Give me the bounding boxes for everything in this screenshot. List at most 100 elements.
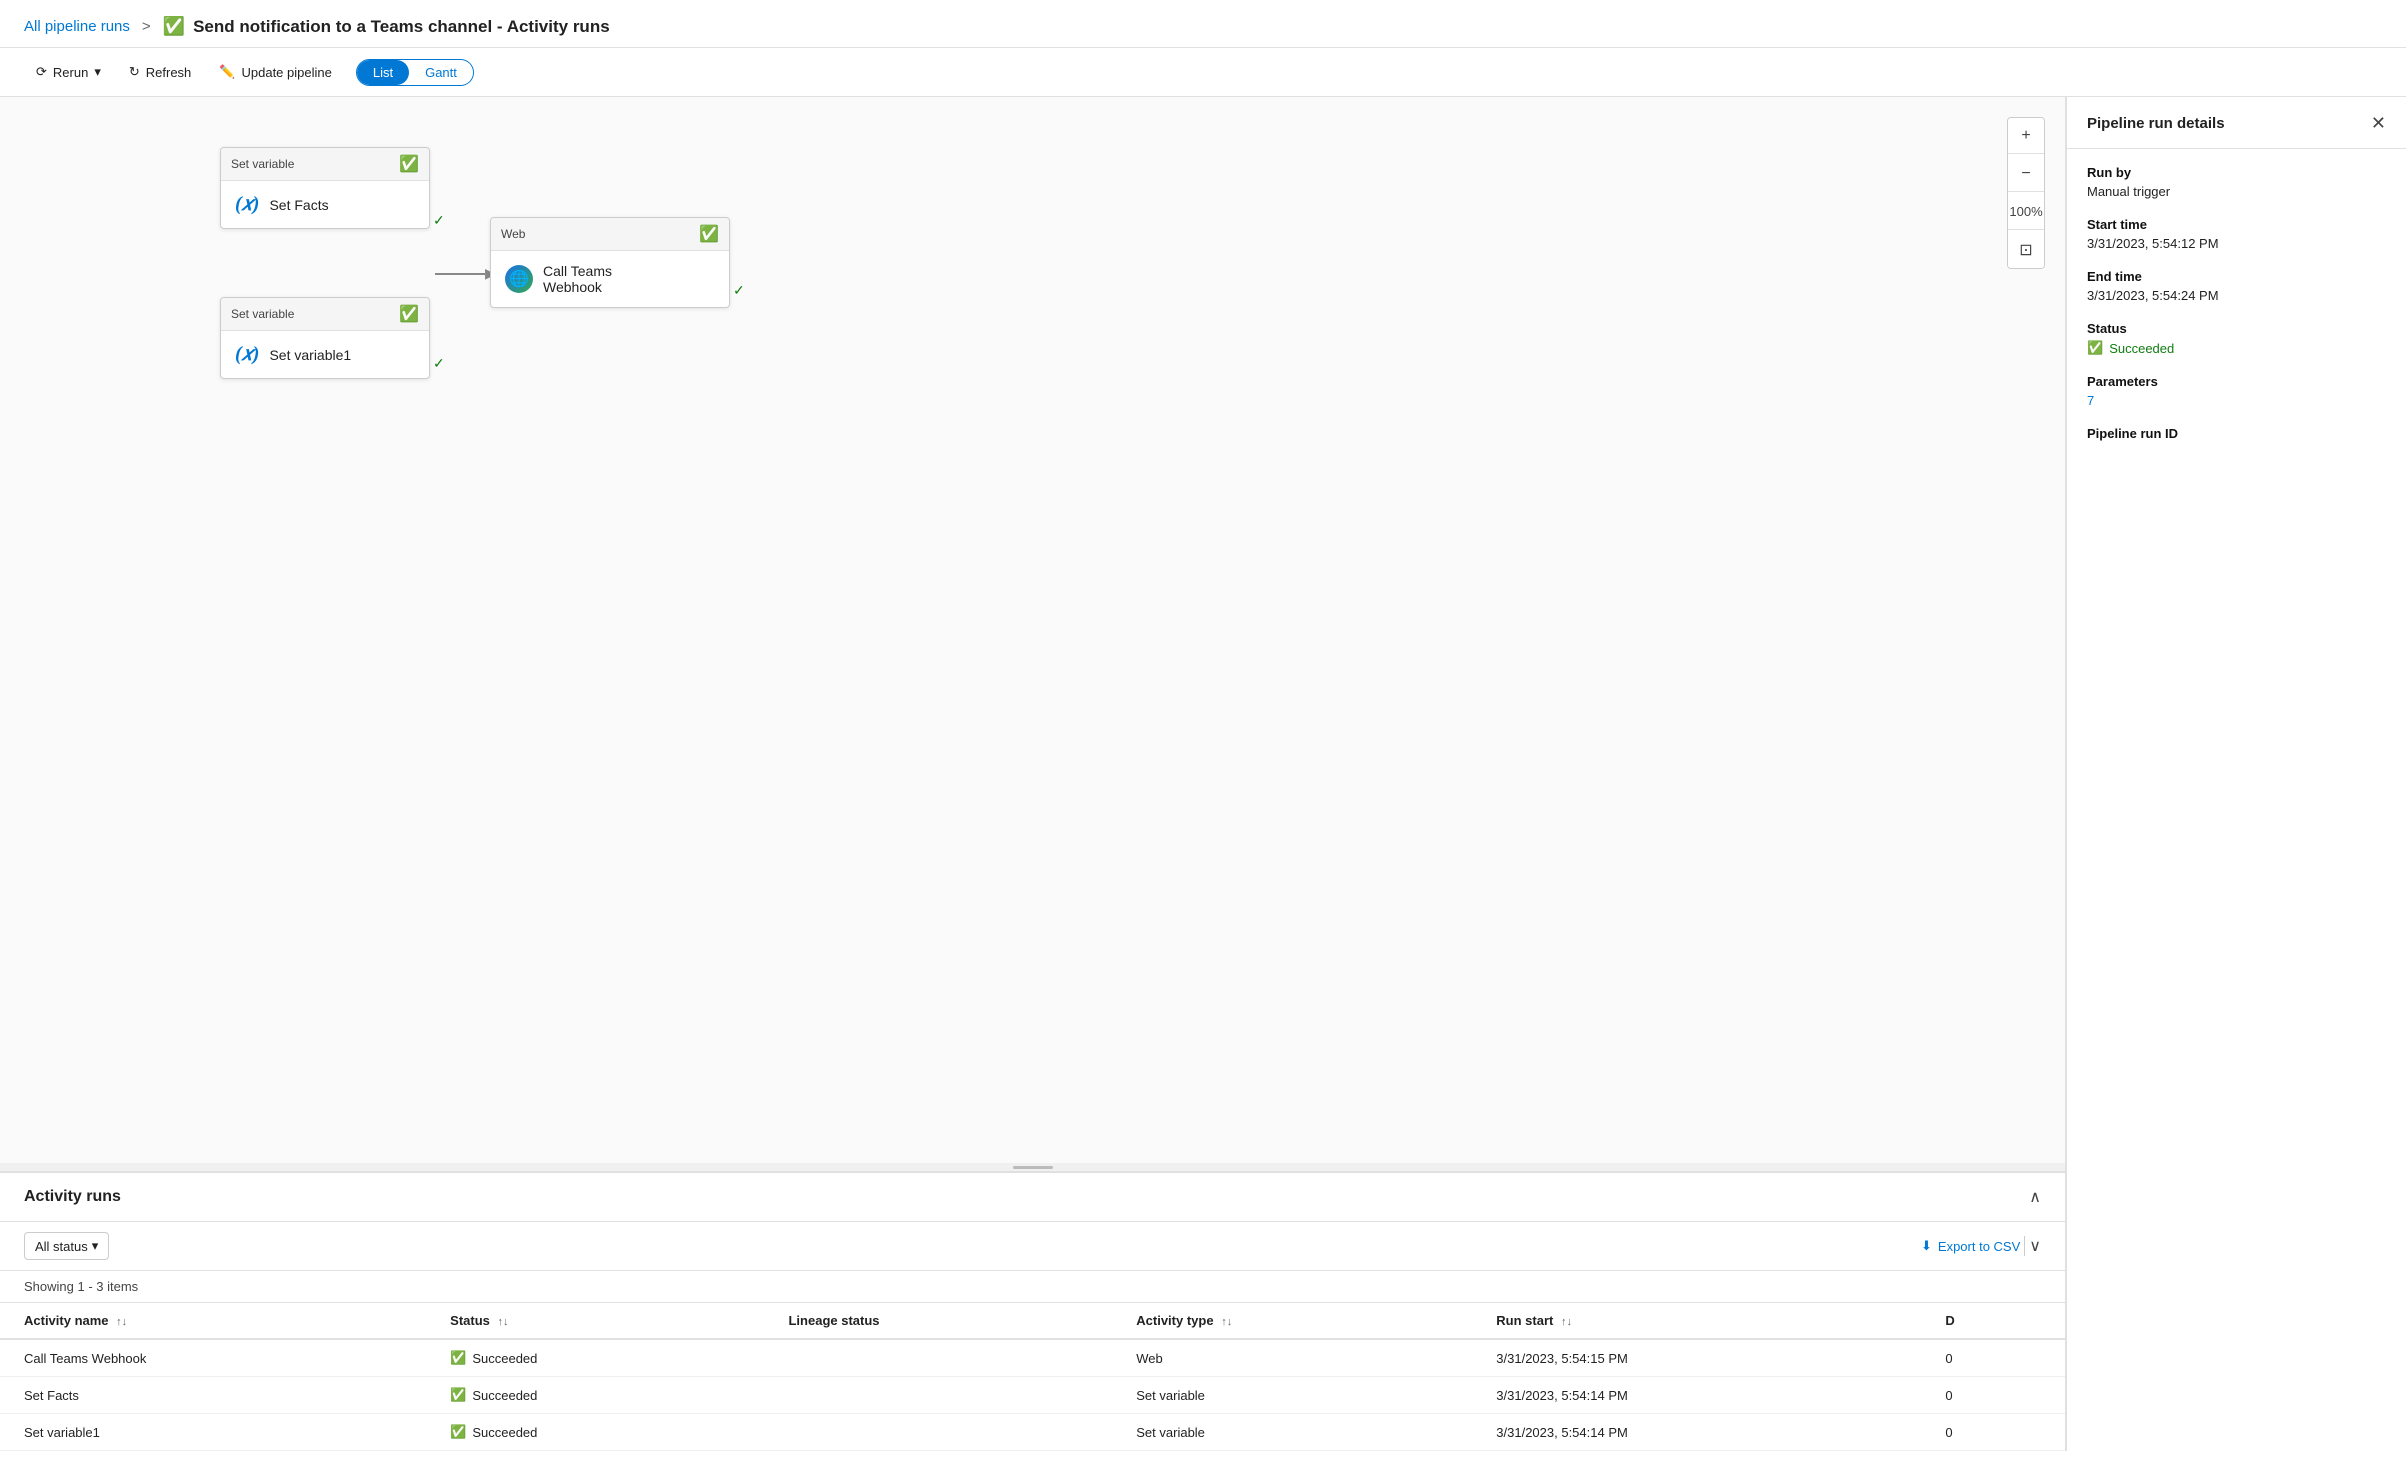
connector-arrow: ▶ bbox=[435, 265, 496, 282]
status-filter[interactable]: All status ▾ bbox=[24, 1232, 109, 1260]
set-variable1-node-header: Set variable ✅ bbox=[221, 298, 429, 331]
cell-activity-name: Set Facts bbox=[0, 1377, 426, 1414]
table-head: Activity name ↑↓ Status ↑↓ Lineage statu… bbox=[0, 1303, 2065, 1339]
main-layout: Set variable ✅ (𝑥) Set Facts ✓ Set varia… bbox=[0, 97, 2406, 1451]
sort-icon-type[interactable]: ↑↓ bbox=[1221, 1316, 1232, 1328]
cell-d: 0 bbox=[1921, 1377, 2065, 1414]
panel-close-button[interactable]: ✕ bbox=[2371, 113, 2386, 134]
web-node[interactable]: Web ✅ 🌐 Call TeamsWebhook bbox=[490, 217, 730, 308]
count-row: Showing 1 - 3 items bbox=[0, 1271, 2065, 1303]
cell-status: ✅ Succeeded bbox=[426, 1414, 764, 1451]
sort-icon[interactable]: ↑↓ bbox=[116, 1316, 127, 1328]
export-csv-button[interactable]: ⬇ Export to CSV bbox=[1921, 1238, 2020, 1254]
set-facts-node-header: Set variable ✅ bbox=[221, 148, 429, 181]
parameters-label: Parameters bbox=[2087, 374, 2386, 389]
right-panel: Pipeline run details ✕ Run by Manual tri… bbox=[2066, 97, 2406, 1451]
cell-lineage-status bbox=[764, 1377, 1112, 1414]
fit-screen-button[interactable]: 100% bbox=[2008, 194, 2044, 230]
col-activity-type: Activity type ↑↓ bbox=[1112, 1303, 1472, 1339]
cell-lineage-status bbox=[764, 1414, 1112, 1451]
cell-d: 0 bbox=[1921, 1414, 2065, 1451]
filter-right: ⬇ Export to CSV ∨ bbox=[1921, 1236, 2041, 1256]
cell-status: ✅ Succeeded bbox=[426, 1339, 764, 1377]
toolbar: ⟳ Rerun ▾ ↻ Refresh ✏️ Update pipeline L… bbox=[0, 48, 2406, 97]
status-section: Status ✅ Succeeded bbox=[2087, 321, 2386, 356]
panel-body: Run by Manual trigger Start time 3/31/20… bbox=[2067, 149, 2406, 475]
cell-run-start: 3/31/2023, 5:54:15 PM bbox=[1472, 1339, 1921, 1377]
set-variable1-node-body: (𝑥) Set variable1 bbox=[221, 331, 429, 378]
gantt-view-button[interactable]: Gantt bbox=[409, 60, 473, 85]
page-title: ✅ Send notification to a Teams channel -… bbox=[163, 16, 610, 37]
set-facts-node[interactable]: Set variable ✅ (𝑥) Set Facts bbox=[220, 147, 430, 229]
canvas-area: Set variable ✅ (𝑥) Set Facts ✓ Set varia… bbox=[0, 97, 2066, 1451]
update-pipeline-button[interactable]: ✏️ Update pipeline bbox=[207, 58, 344, 86]
variable1-icon: (𝑥) bbox=[235, 343, 259, 366]
status-success-icon: ✅ bbox=[450, 1424, 466, 1440]
activity-runs-section: Activity runs ∧ All status ▾ ⬇ Export to… bbox=[0, 1171, 2065, 1451]
zoom-in-button[interactable]: + bbox=[2008, 118, 2044, 154]
connector-line bbox=[435, 273, 485, 275]
list-view-button[interactable]: List bbox=[357, 60, 409, 85]
col-d: D bbox=[1921, 1303, 2065, 1339]
globe-icon: 🌐 bbox=[505, 265, 533, 293]
cell-activity-type: Set variable bbox=[1112, 1377, 1472, 1414]
set-facts-check: ✓ bbox=[433, 212, 445, 229]
rerun-icon: ⟳ bbox=[36, 64, 47, 80]
activity-runs-table-wrap: Activity name ↑↓ Status ↑↓ Lineage statu… bbox=[0, 1303, 2065, 1451]
table-row[interactable]: Set Facts ✅ Succeeded Set variable 3/31/… bbox=[0, 1377, 2065, 1414]
table-row[interactable]: Set variable1 ✅ Succeeded Set variable 3… bbox=[0, 1414, 2065, 1451]
filter-chevron-icon: ▾ bbox=[92, 1238, 99, 1254]
status-badge: ✅ Succeeded bbox=[2087, 340, 2386, 356]
canvas-controls: + − 100% ⊡ bbox=[2007, 117, 2045, 269]
web-node-label: Call TeamsWebhook bbox=[543, 263, 612, 295]
breadcrumb-link[interactable]: All pipeline runs bbox=[24, 18, 130, 35]
end-time-value: 3/31/2023, 5:54:24 PM bbox=[2087, 288, 2386, 303]
cell-lineage-status bbox=[764, 1339, 1112, 1377]
cell-activity-type: Set variable bbox=[1112, 1414, 1472, 1451]
collapse-button[interactable]: ∧ bbox=[2029, 1187, 2041, 1207]
col-run-start: Run start ↑↓ bbox=[1472, 1303, 1921, 1339]
activity-runs-table: Activity name ↑↓ Status ↑↓ Lineage statu… bbox=[0, 1303, 2065, 1451]
pipeline-canvas[interactable]: Set variable ✅ (𝑥) Set Facts ✓ Set varia… bbox=[0, 97, 2065, 1163]
status-icon: ✅ bbox=[2087, 340, 2103, 356]
set-variable1-success-icon: ✅ bbox=[399, 304, 419, 324]
table-body: Call Teams Webhook ✅ Succeeded Web 3/31/… bbox=[0, 1339, 2065, 1451]
table-header-row: Activity name ↑↓ Status ↑↓ Lineage statu… bbox=[0, 1303, 2065, 1339]
web-node-body: 🌐 Call TeamsWebhook bbox=[491, 251, 729, 307]
view-toggle: List Gantt bbox=[356, 59, 474, 86]
run-by-value: Manual trigger bbox=[2087, 184, 2386, 199]
breadcrumb-separator: > bbox=[142, 18, 151, 35]
set-facts-success-icon: ✅ bbox=[399, 154, 419, 174]
rerun-button[interactable]: ⟳ Rerun ▾ bbox=[24, 58, 113, 86]
title-success-icon: ✅ bbox=[163, 16, 185, 37]
cell-activity-type: Web bbox=[1112, 1339, 1472, 1377]
set-facts-label: Set Facts bbox=[269, 197, 328, 213]
sort-icon-start[interactable]: ↑↓ bbox=[1561, 1316, 1572, 1328]
refresh-button[interactable]: ↻ Refresh bbox=[117, 58, 203, 86]
web-success-icon: ✅ bbox=[699, 224, 719, 244]
run-by-section: Run by Manual trigger bbox=[2087, 165, 2386, 199]
pipeline-run-id-label: Pipeline run ID bbox=[2087, 426, 2386, 441]
resize-indicator bbox=[1013, 1166, 1053, 1169]
parameters-value[interactable]: 7 bbox=[2087, 393, 2386, 408]
set-variable1-check: ✓ bbox=[433, 355, 445, 372]
set-variable1-node[interactable]: Set variable ✅ (𝑥) Set variable1 bbox=[220, 297, 430, 379]
parameters-section: Parameters 7 bbox=[2087, 374, 2386, 408]
table-row[interactable]: Call Teams Webhook ✅ Succeeded Web 3/31/… bbox=[0, 1339, 2065, 1377]
run-by-label: Run by bbox=[2087, 165, 2386, 180]
filter-bar: All status ▾ ⬇ Export to CSV ∨ bbox=[0, 1222, 2065, 1271]
end-time-label: End time bbox=[2087, 269, 2386, 284]
sort-icon-status[interactable]: ↑↓ bbox=[498, 1316, 509, 1328]
resize-handle[interactable] bbox=[0, 1163, 2065, 1171]
filter-collapse-button[interactable]: ∨ bbox=[2029, 1236, 2041, 1256]
web-check: ✓ bbox=[733, 282, 745, 299]
cell-activity-name: Set variable1 bbox=[0, 1414, 426, 1451]
rerun-chevron-icon: ▾ bbox=[94, 64, 101, 80]
panel-header: Pipeline run details ✕ bbox=[2067, 97, 2406, 149]
cell-run-start: 3/31/2023, 5:54:14 PM bbox=[1472, 1377, 1921, 1414]
zoom-out-button[interactable]: − bbox=[2008, 156, 2044, 192]
pipeline-run-id-section: Pipeline run ID bbox=[2087, 426, 2386, 441]
col-activity-name: Activity name ↑↓ bbox=[0, 1303, 426, 1339]
start-time-value: 3/31/2023, 5:54:12 PM bbox=[2087, 236, 2386, 251]
expand-button[interactable]: ⊡ bbox=[2008, 232, 2044, 268]
